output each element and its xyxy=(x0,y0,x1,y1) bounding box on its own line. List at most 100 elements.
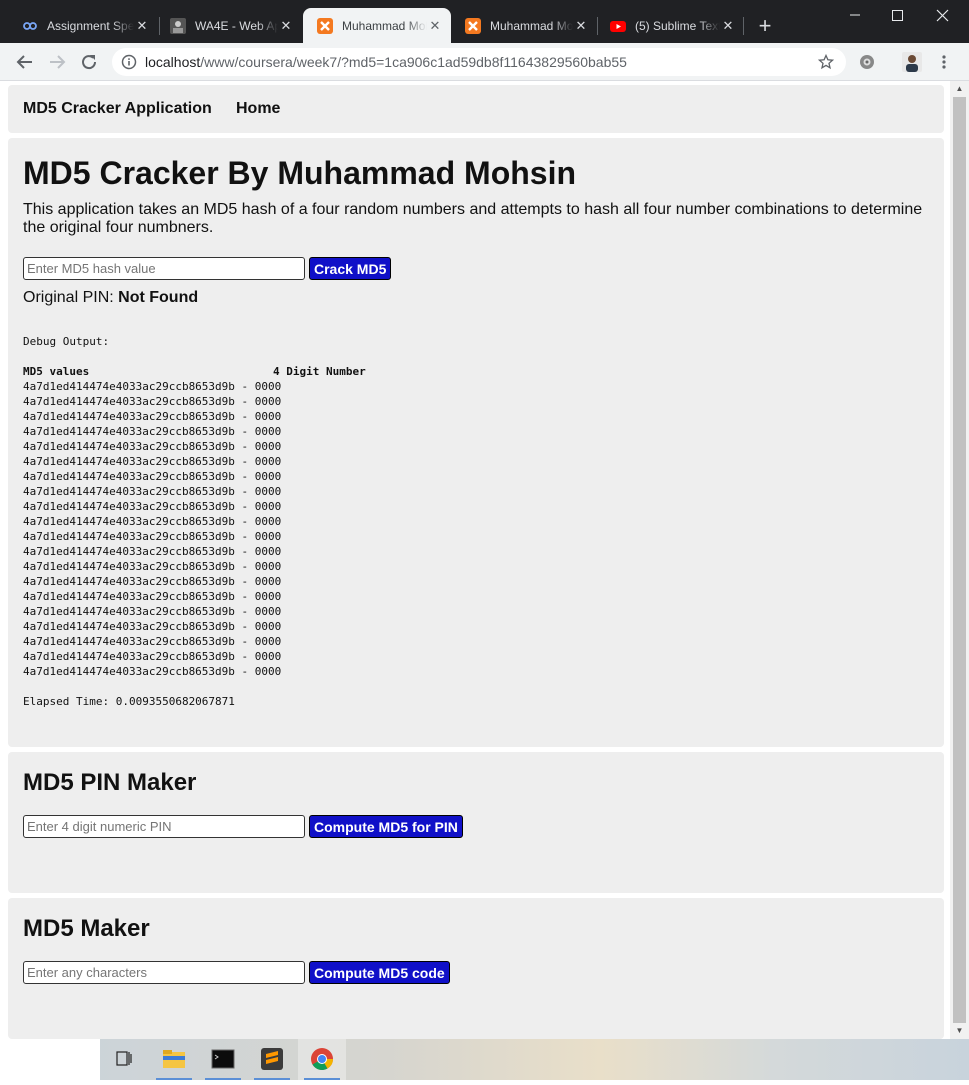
debug-row: 4a7d1ed414474e4033ac29ccb8653d9b - 0000 xyxy=(23,620,282,633)
tab-separator xyxy=(743,17,744,35)
pin-maker-title: MD5 PIN Maker xyxy=(23,769,197,796)
md5-maker-title: MD5 Maker xyxy=(23,915,150,942)
tab-wa4e[interactable]: WA4E - Web Applications for Everybody ✕ xyxy=(156,8,302,43)
info-icon[interactable] xyxy=(121,54,137,70)
app-navbar: MD5 Cracker Application Home xyxy=(8,85,944,133)
folder-icon xyxy=(163,1050,185,1068)
forward-button[interactable] xyxy=(44,49,70,75)
debug-row: 4a7d1ed414474e4033ac29ccb8653d9b - 0000 xyxy=(23,470,282,483)
forward-arrow-icon xyxy=(50,55,66,69)
debug-row: 4a7d1ed414474e4033ac29ccb8653d9b - 0000 xyxy=(23,380,282,393)
debug-row: 4a7d1ed414474e4033ac29ccb8653d9b - 0000 xyxy=(23,590,282,603)
coursera-icon xyxy=(23,21,37,30)
pin-value: Not Found xyxy=(118,289,199,306)
pin-maker-section: MD5 PIN Maker Compute MD5 for PIN xyxy=(8,752,944,893)
xampp-icon xyxy=(317,17,333,34)
compute-md5-pin-button[interactable]: Compute MD5 for PIN xyxy=(309,815,463,838)
debug-row: 4a7d1ed414474e4033ac29ccb8653d9b - 0000 xyxy=(23,635,282,648)
close-icon xyxy=(936,9,949,22)
pin-input[interactable] xyxy=(23,815,305,838)
debug-col-digit: 4 Digit Number xyxy=(273,365,366,378)
tab-strip: Assignment Specification ✕ WA4E - Web Ap… xyxy=(0,0,969,43)
windows-taskbar xyxy=(0,1039,969,1080)
maximize-button[interactable] xyxy=(874,0,920,30)
taskbar-search-area xyxy=(0,1039,100,1080)
close-icon[interactable]: ✕ xyxy=(720,18,736,34)
menu-dots-icon[interactable] xyxy=(938,53,950,71)
url-path: /www/coursera/week7/?md5=1ca906c1ad59db8… xyxy=(200,54,627,70)
navbar-home-link[interactable]: Home xyxy=(236,100,280,118)
debug-row: 4a7d1ed414474e4033ac29ccb8653d9b - 0000 xyxy=(23,455,282,468)
minimize-icon xyxy=(850,14,860,16)
wa4e-icon xyxy=(170,17,186,34)
debug-row: 4a7d1ed414474e4033ac29ccb8653d9b - 0000 xyxy=(23,605,282,618)
scrollbar-thumb[interactable] xyxy=(953,97,966,1023)
taskbar-chrome[interactable] xyxy=(298,1039,346,1080)
debug-row: 4a7d1ed414474e4033ac29ccb8653d9b - 0000 xyxy=(23,395,282,408)
debug-row: 4a7d1ed414474e4033ac29ccb8653d9b - 0000 xyxy=(23,650,282,663)
crack-md5-button[interactable]: Crack MD5 xyxy=(309,257,392,280)
sublime-text-icon xyxy=(261,1048,283,1070)
page-viewport: MD5 Cracker Application Home MD5 Cracker… xyxy=(0,81,950,1039)
terminal-icon xyxy=(211,1049,235,1069)
debug-output-label: Debug Output: xyxy=(23,335,110,348)
debug-col-md5: MD5 values xyxy=(23,365,90,378)
debug-row: 4a7d1ed414474e4033ac29ccb8653d9b - 0000 xyxy=(23,425,282,438)
url-text: localhost/www/coursera/week7/?md5=1ca906… xyxy=(145,54,627,70)
scroll-down-icon[interactable]: ▼ xyxy=(950,1023,969,1039)
profile-avatar[interactable] xyxy=(902,52,922,72)
url-host: localhost xyxy=(145,54,201,70)
address-bar[interactable]: localhost/www/coursera/week7/?md5=1ca906… xyxy=(112,48,846,76)
original-pin-result: Original PIN: Not Found xyxy=(23,289,198,307)
debug-row: 4a7d1ed414474e4033ac29ccb8653d9b - 0000 xyxy=(23,410,282,423)
tab-md5-cracker[interactable]: Muhammad Mohsin MD5 Cracker ✕ xyxy=(451,8,597,43)
new-tab-button[interactable]: + xyxy=(752,14,778,40)
close-icon[interactable]: ✕ xyxy=(278,18,294,34)
compute-md5-code-button[interactable]: Compute MD5 code xyxy=(309,961,450,984)
taskbar-file-explorer[interactable] xyxy=(150,1039,198,1080)
taskbar-sublime-text[interactable] xyxy=(248,1039,296,1080)
tab-title: WA4E - Web Applications for Everybody xyxy=(195,18,278,33)
reload-icon xyxy=(82,55,97,70)
app-description: This application takes an MD5 hash of a … xyxy=(23,201,923,236)
tab-youtube[interactable]: (5) Sublime Text ✕ xyxy=(596,8,744,43)
minimize-button[interactable] xyxy=(832,0,878,30)
cracker-section: MD5 Cracker By Muhammad Mohsin This appl… xyxy=(8,138,944,747)
debug-row: 4a7d1ed414474e4033ac29ccb8653d9b - 0000 xyxy=(23,500,282,513)
back-arrow-icon xyxy=(16,55,32,69)
close-icon[interactable]: ✕ xyxy=(427,18,443,34)
reload-button[interactable] xyxy=(76,49,102,75)
debug-row: 4a7d1ed414474e4033ac29ccb8653d9b - 0000 xyxy=(23,560,282,573)
star-icon[interactable] xyxy=(818,54,834,70)
extension-icon[interactable] xyxy=(858,53,876,71)
xampp-icon xyxy=(465,17,481,34)
back-button[interactable] xyxy=(12,49,38,75)
chrome-icon xyxy=(311,1048,333,1070)
browser-toolbar: localhost/www/coursera/week7/?md5=1ca906… xyxy=(0,43,969,81)
task-view-icon xyxy=(116,1051,132,1066)
debug-row: 4a7d1ed414474e4033ac29ccb8653d9b - 0000 xyxy=(23,530,282,543)
debug-row: 4a7d1ed414474e4033ac29ccb8653d9b - 0000 xyxy=(23,665,282,678)
close-icon[interactable]: ✕ xyxy=(573,18,589,34)
vertical-scrollbar[interactable]: ▲ ▼ xyxy=(950,81,969,1039)
close-icon[interactable]: ✕ xyxy=(134,18,150,34)
tab-title: Assignment Specification xyxy=(47,18,134,33)
taskbar-command-prompt[interactable] xyxy=(199,1039,247,1080)
youtube-icon xyxy=(610,20,626,32)
tab-title: Muhammad Mohsin MD5 Cracker xyxy=(342,18,427,33)
tab-title: Muhammad Mohsin MD5 Cracker xyxy=(490,18,573,33)
tab-md5-cracker-active[interactable]: Muhammad Mohsin MD5 Cracker ✕ xyxy=(303,8,451,43)
close-window-button[interactable] xyxy=(920,0,966,30)
md5-hash-input[interactable] xyxy=(23,257,305,280)
tab-assignment[interactable]: Assignment Specification ✕ xyxy=(8,8,158,43)
task-view-button[interactable] xyxy=(100,1039,148,1080)
debug-row: 4a7d1ed414474e4033ac29ccb8653d9b - 0000 xyxy=(23,545,282,558)
debug-row: 4a7d1ed414474e4033ac29ccb8653d9b - 0000 xyxy=(23,485,282,498)
debug-row: 4a7d1ed414474e4033ac29ccb8653d9b - 0000 xyxy=(23,440,282,453)
any-characters-input[interactable] xyxy=(23,961,305,984)
navbar-brand-link[interactable]: MD5 Cracker Application xyxy=(23,100,212,118)
debug-row: 4a7d1ed414474e4033ac29ccb8653d9b - 0000 xyxy=(23,515,282,528)
debug-row: 4a7d1ed414474e4033ac29ccb8653d9b - 0000 xyxy=(23,575,282,588)
md5-maker-section: MD5 Maker Compute MD5 code xyxy=(8,898,944,1039)
scroll-up-icon[interactable]: ▲ xyxy=(950,81,969,97)
